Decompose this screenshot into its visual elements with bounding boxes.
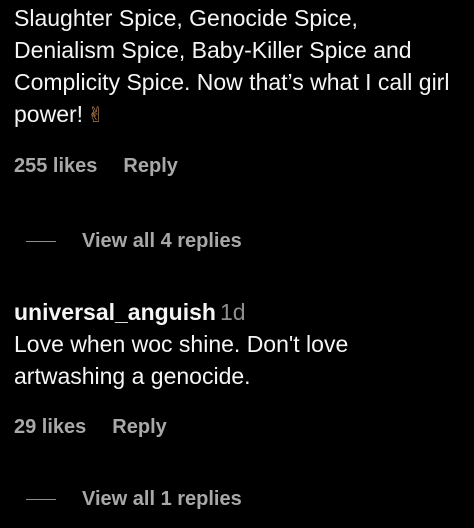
comment: universal_anguish 1d Love when woc shine.… <box>14 296 464 439</box>
view-replies-button[interactable]: View all 1 replies <box>26 488 242 511</box>
comment-text: Slaughter Spice, Genocide Spice, Deniali… <box>14 2 464 131</box>
reply-button[interactable]: Reply <box>112 416 166 439</box>
comment: Slaughter Spice, Genocide Spice, Deniali… <box>14 2 464 178</box>
victory-hand-icon: ✌ <box>87 103 105 127</box>
view-replies-label: View all 1 replies <box>82 488 242 510</box>
replies-divider <box>26 241 56 242</box>
comment-actions: 255 likes Reply <box>14 155 464 178</box>
likes-count[interactable]: 29 likes <box>14 416 86 439</box>
reply-button[interactable]: Reply <box>123 155 177 178</box>
view-replies-button[interactable]: View all 4 replies <box>26 230 242 253</box>
username[interactable]: universal_anguish <box>14 299 216 325</box>
replies-divider <box>26 499 56 500</box>
comment-actions: 29 likes Reply <box>14 416 464 439</box>
comment-text: Love when woc shine. Don't love artwashi… <box>14 331 349 389</box>
timestamp: 1d <box>219 299 246 325</box>
view-replies-label: View all 4 replies <box>82 230 242 252</box>
comment-header: universal_anguish 1d <box>14 296 464 328</box>
comment-body: Slaughter Spice, Genocide Spice, Deniali… <box>14 5 450 127</box>
likes-count[interactable]: 255 likes <box>14 155 97 178</box>
